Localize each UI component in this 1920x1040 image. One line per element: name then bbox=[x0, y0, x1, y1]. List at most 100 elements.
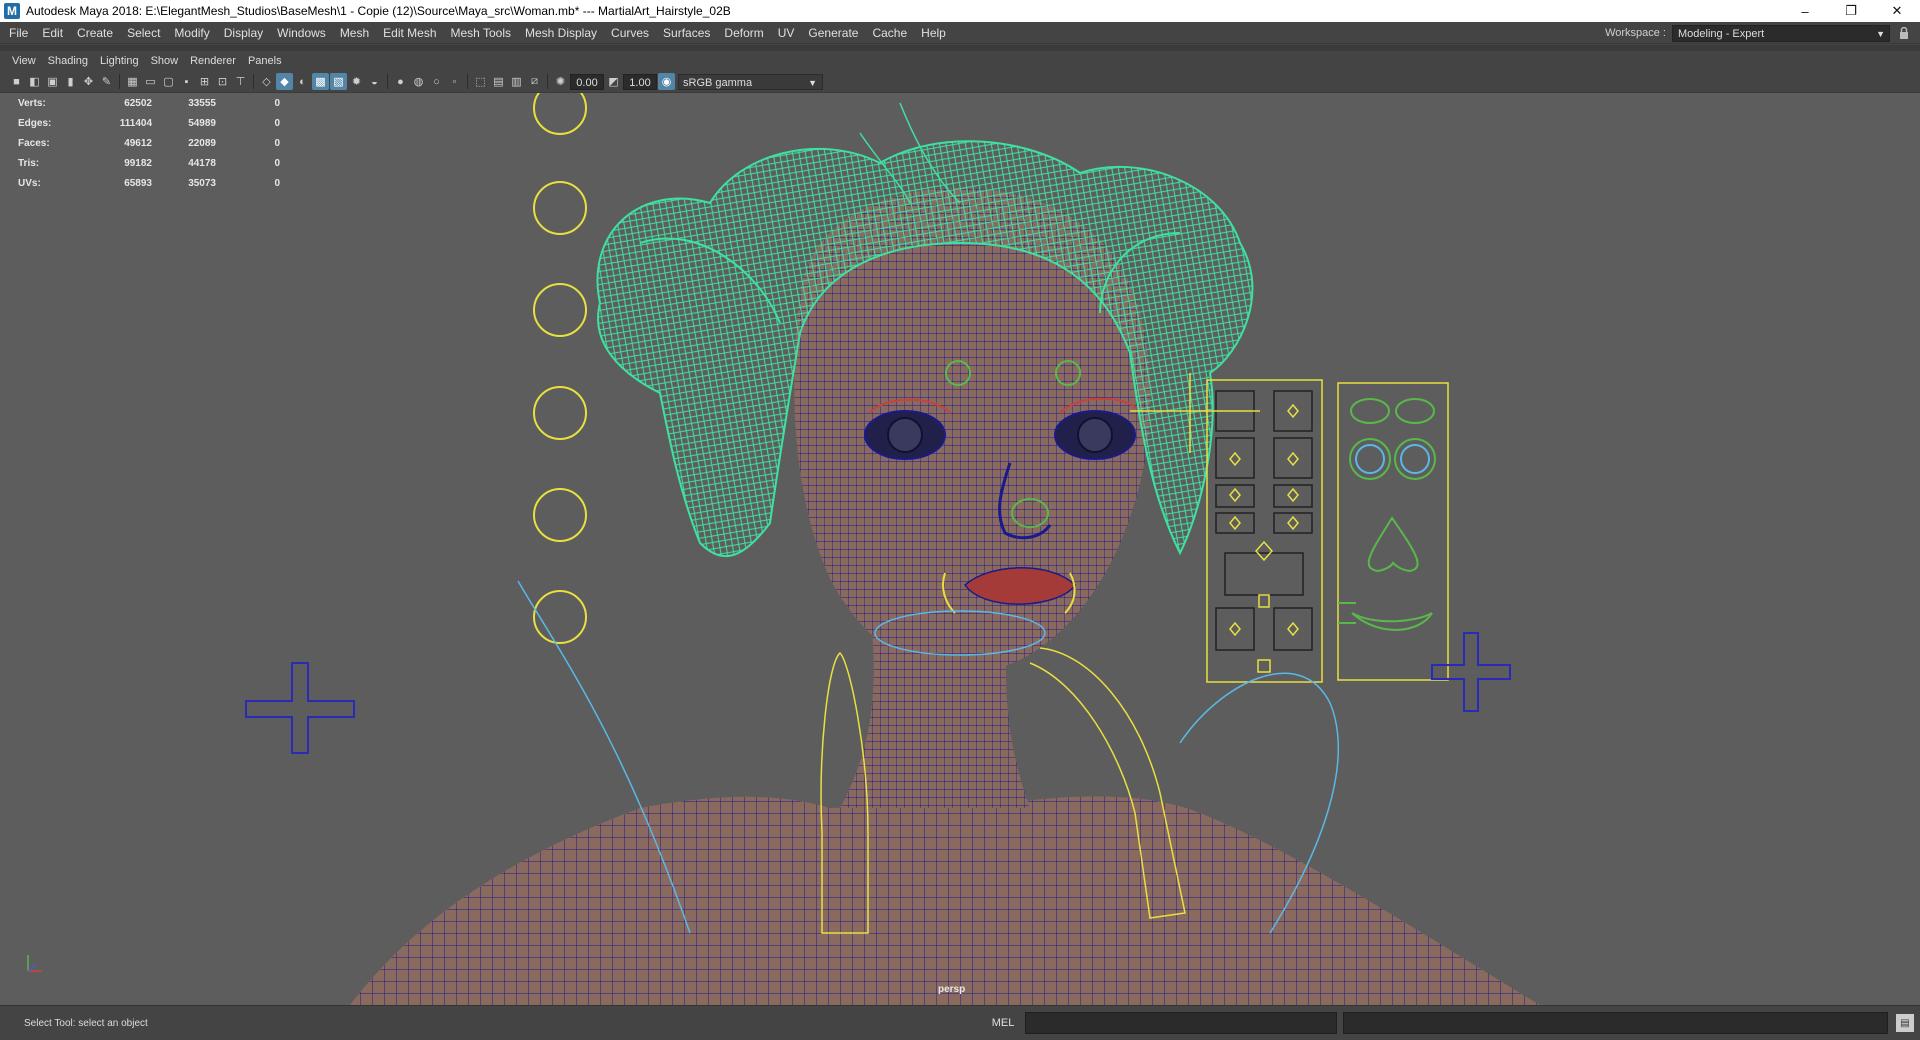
select-camera-icon[interactable]: ■ bbox=[8, 73, 25, 90]
lights-icon[interactable]: ✹ bbox=[348, 73, 365, 90]
panel-menu-lighting[interactable]: Lighting bbox=[94, 51, 145, 71]
title-bar: M Autodesk Maya 2018: E:\ElegantMesh_Stu… bbox=[0, 0, 1920, 22]
panel-menu-view[interactable]: View bbox=[6, 51, 42, 71]
film-gate-icon[interactable]: ▭ bbox=[142, 73, 159, 90]
menu-cache[interactable]: Cache bbox=[865, 22, 914, 44]
field-chart-icon[interactable]: ⊞ bbox=[196, 73, 213, 90]
toolbar-divider bbox=[387, 74, 388, 89]
menu-edit-mesh[interactable]: Edit Mesh bbox=[376, 22, 443, 44]
color-management-icon[interactable]: ◉ bbox=[658, 73, 675, 90]
panel-menu-renderer[interactable]: Renderer bbox=[184, 51, 242, 71]
control-box[interactable] bbox=[1273, 390, 1313, 432]
camera-attributes-icon[interactable]: ◧ bbox=[26, 73, 43, 90]
panel-menu-bar: View Shading Lighting Show Renderer Pane… bbox=[0, 51, 1920, 71]
menu-create[interactable]: Create bbox=[70, 22, 120, 44]
control-circle[interactable] bbox=[533, 386, 587, 440]
bookmark-icon[interactable]: ▣ bbox=[44, 73, 61, 90]
emoji-control[interactable] bbox=[1257, 659, 1271, 673]
left-arm-control[interactable] bbox=[245, 662, 355, 754]
2d-pan-zoom-icon[interactable]: ✥ bbox=[80, 73, 97, 90]
menu-help[interactable]: Help bbox=[914, 22, 953, 44]
control-circle[interactable] bbox=[533, 181, 587, 235]
brow-shape-right[interactable] bbox=[1395, 398, 1435, 424]
hud-row-uvs: UVs: 65893 35073 0 bbox=[18, 177, 280, 189]
menu-display[interactable]: Display bbox=[217, 22, 270, 44]
close-button[interactable]: ✕ bbox=[1874, 0, 1920, 22]
menu-edit[interactable]: Edit bbox=[35, 22, 70, 44]
menu-select[interactable]: Select bbox=[120, 22, 167, 44]
motion-blur-icon[interactable]: ◍ bbox=[410, 73, 427, 90]
wireframe-on-shaded-icon[interactable]: ▩ bbox=[312, 73, 329, 90]
resolution-gate-icon[interactable]: ▢ bbox=[160, 73, 177, 90]
grid-icon[interactable]: ▦ bbox=[124, 73, 141, 90]
maya-app-icon: M bbox=[4, 3, 20, 19]
expression-control-panel[interactable] bbox=[1337, 382, 1449, 681]
xray-icon[interactable]: ▤ bbox=[490, 73, 507, 90]
jaw-control[interactable] bbox=[1258, 594, 1270, 608]
menu-surfaces[interactable]: Surfaces bbox=[656, 22, 717, 44]
wireframe-icon[interactable]: ◇ bbox=[258, 73, 275, 90]
menu-mesh-display[interactable]: Mesh Display bbox=[518, 22, 604, 44]
color-space-dropdown[interactable]: sRGB gamma ▼ bbox=[678, 73, 823, 90]
script-type-toggle[interactable]: MEL bbox=[985, 1017, 1021, 1029]
menu-mesh[interactable]: Mesh bbox=[333, 22, 376, 44]
gamma-field[interactable]: 1.00 bbox=[623, 73, 657, 90]
shadows-icon[interactable]: ◒ bbox=[366, 73, 383, 90]
panel-menu-shading[interactable]: Shading bbox=[42, 51, 94, 71]
exposure-icon[interactable]: ✺ bbox=[552, 73, 569, 90]
grease-pencil-icon[interactable]: ✎ bbox=[98, 73, 115, 90]
eye-inner-left[interactable] bbox=[1355, 444, 1385, 474]
facial-control-panel[interactable] bbox=[1206, 379, 1323, 683]
panel-menu-panels[interactable]: Panels bbox=[242, 51, 288, 71]
safe-action-icon[interactable]: ⊡ bbox=[214, 73, 231, 90]
gate-mask-icon[interactable]: ▪ bbox=[178, 73, 195, 90]
menu-generate[interactable]: Generate bbox=[801, 22, 865, 44]
lock-icon[interactable] bbox=[1896, 25, 1912, 41]
control-box[interactable] bbox=[1215, 607, 1255, 651]
restore-button[interactable]: ❐ bbox=[1828, 0, 1874, 22]
workspace-dropdown[interactable]: Modeling - Expert ▼ bbox=[1672, 24, 1890, 42]
nose-shape[interactable] bbox=[1367, 516, 1419, 573]
xray-joints-icon[interactable]: ▥ bbox=[508, 73, 525, 90]
menu-file[interactable]: File bbox=[0, 22, 35, 44]
gamma-icon[interactable]: ◩ bbox=[605, 73, 622, 90]
brow-shape-left[interactable] bbox=[1350, 398, 1390, 424]
screen-space-ao-icon[interactable]: ● bbox=[392, 73, 409, 90]
exposure-field[interactable]: 0.00 bbox=[570, 73, 604, 90]
image-plane-icon[interactable]: ▮ bbox=[62, 73, 79, 90]
control-box[interactable] bbox=[1215, 437, 1255, 479]
minimize-button[interactable]: – bbox=[1782, 0, 1828, 22]
menu-deform[interactable]: Deform bbox=[717, 22, 770, 44]
mouth-shape[interactable] bbox=[1351, 612, 1433, 631]
script-editor-icon[interactable]: ▤ bbox=[1896, 1014, 1914, 1032]
command-line-input[interactable] bbox=[1025, 1012, 1337, 1034]
menu-curves[interactable]: Curves bbox=[604, 22, 656, 44]
control-circle[interactable] bbox=[533, 93, 587, 135]
menu-windows[interactable]: Windows bbox=[270, 22, 333, 44]
control-box[interactable] bbox=[1273, 437, 1313, 479]
safe-title-icon[interactable]: ⊤ bbox=[232, 73, 249, 90]
textured-icon[interactable]: ▧ bbox=[330, 73, 347, 90]
panel-menu-show[interactable]: Show bbox=[145, 51, 185, 71]
torso-mesh[interactable] bbox=[350, 796, 1540, 1005]
default-material-icon[interactable]: ◐ bbox=[294, 73, 311, 90]
control-panel-frame bbox=[1337, 382, 1449, 681]
menu-modify[interactable]: Modify bbox=[167, 22, 216, 44]
scene-render[interactable] bbox=[0, 93, 1920, 1005]
depth-of-field-icon[interactable]: ◦ bbox=[446, 73, 463, 90]
perspective-viewport[interactable]: Verts: 62502 33555 0 Edges: 111404 54989… bbox=[0, 93, 1920, 1005]
control-circle[interactable] bbox=[533, 590, 587, 644]
menu-uv[interactable]: UV bbox=[771, 22, 802, 44]
control-circle[interactable] bbox=[533, 488, 587, 542]
panel-toolbar: ■ ◧ ▣ ▮ ✥ ✎ ▦ ▭ ▢ ▪ ⊞ ⊡ ⊤ ◇ ◆ ◐ ▩ ▧ ✹ ◒ … bbox=[0, 71, 1920, 93]
control-box[interactable] bbox=[1273, 607, 1313, 651]
control-handles[interactable] bbox=[1229, 403, 1299, 637]
isolate-select-icon[interactable]: ⬚ bbox=[472, 73, 489, 90]
eye-inner-right[interactable] bbox=[1400, 444, 1430, 474]
control-circle[interactable] bbox=[533, 283, 587, 337]
menu-mesh-tools[interactable]: Mesh Tools bbox=[444, 22, 518, 44]
right-arm-control[interactable] bbox=[1431, 632, 1511, 712]
backface-culling-icon[interactable]: ⧄ bbox=[526, 73, 543, 90]
smooth-shade-icon[interactable]: ◆ bbox=[276, 73, 293, 90]
anti-aliasing-icon[interactable]: ○ bbox=[428, 73, 445, 90]
